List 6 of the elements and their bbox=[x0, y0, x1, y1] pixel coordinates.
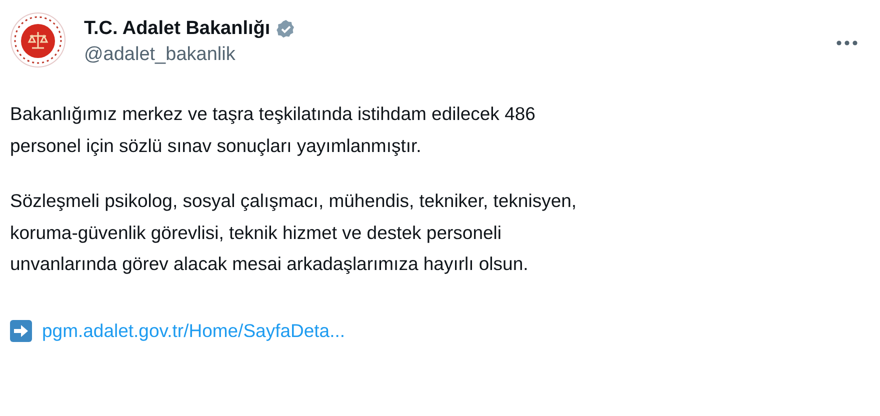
more-icon[interactable] bbox=[836, 40, 858, 46]
post-text: Sözleşmeli psikolog, sosyal çalışmacı, mühendis, tekniker, teknisyen, koruma-güvenlik görevlisi, teknik hizmet ve destek personeli unvanlarında görev alacak mesai arkadaşlarımıza hayırlı olsun. bbox=[10, 189, 578, 276]
account-handle[interactable]: @adalet_bakanlik bbox=[84, 44, 296, 66]
emblem-avatar-icon[interactable] bbox=[10, 12, 66, 68]
post-text: Bakanlığımız merkez ve taşra teşkilatında istihdam edilecek 486 personel için sözlü sınav sonuçları yayımlanmıştır. bbox=[10, 102, 536, 158]
account-name[interactable]: T.C. Adalet Bakanlığı bbox=[84, 18, 270, 40]
